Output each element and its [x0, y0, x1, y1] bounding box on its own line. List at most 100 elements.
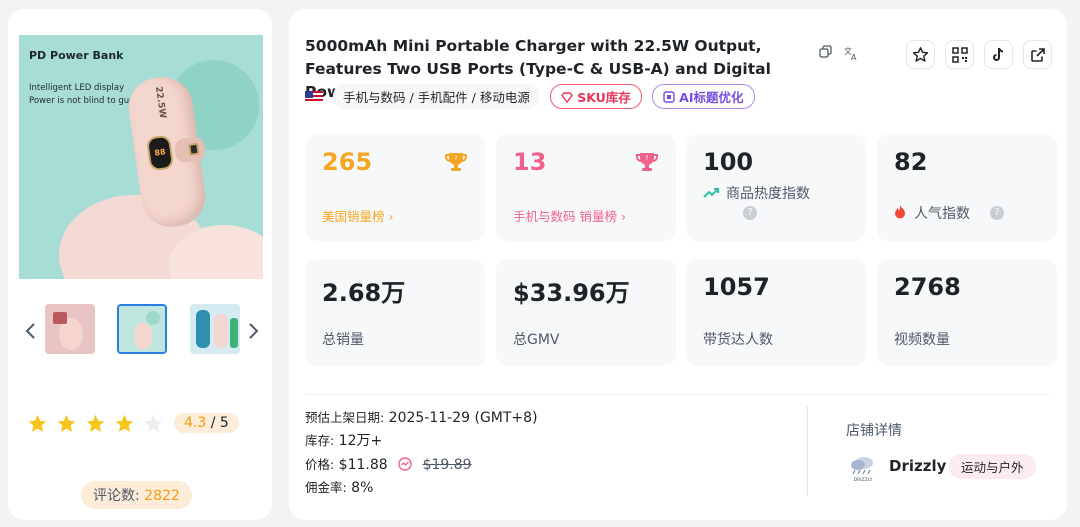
trophy-icon: ? — [636, 153, 658, 171]
help-icon[interactable]: ? — [743, 206, 757, 220]
ai-title-button[interactable]: AI标题优化 — [651, 84, 755, 109]
us-rank-link[interactable]: 美国销量榜 › — [322, 206, 394, 225]
stock-value: 12万+ — [338, 433, 383, 449]
stock-label: 库存: — [305, 433, 335, 448]
review-count-badge: 评论数: 2822 — [81, 481, 192, 509]
fire-icon — [895, 205, 905, 219]
qr-code-icon — [951, 46, 968, 63]
chevron-right-icon: › — [388, 209, 394, 224]
star-filled-icon — [115, 414, 134, 432]
translate-icon[interactable]: 文A — [844, 45, 860, 62]
thumbnail-3[interactable] — [190, 304, 240, 354]
image-line-2: Power is not blind to guess — [29, 96, 144, 106]
qr-code-button[interactable] — [945, 40, 974, 69]
gmv-label: 总GMV — [513, 332, 560, 348]
trophy-icon: ? — [445, 153, 467, 171]
stat-total-sales: 2.68万 总销量 — [305, 259, 485, 366]
videos-label: 视频数量 — [894, 332, 950, 348]
stock-row: 库存: 12万+ — [305, 430, 382, 450]
price-value: $11.88 — [338, 457, 388, 473]
stat-us-rank[interactable]: 265 ? 美国销量榜 › — [305, 134, 485, 241]
stat-popularity: 82 人气指数 ? — [877, 134, 1057, 241]
original-price: $19.89 — [422, 457, 472, 473]
star-filled-icon — [57, 414, 76, 432]
launch-date-row: 预估上架日期: 2025-11-29 (GMT+8) — [305, 407, 538, 426]
product-gallery-card: PD Power Bank Intelligent LED display Po… — [8, 9, 272, 520]
popularity-value: 82 — [894, 148, 928, 176]
heat-index-label: 商品热度指数 — [726, 186, 810, 202]
image-line-1: Intelligent LED display — [29, 83, 125, 93]
svg-text:DRIZZLY: DRIZZLY — [854, 477, 873, 483]
videos-value: 2768 — [894, 273, 961, 301]
price-trend-icon[interactable] — [398, 457, 412, 471]
heat-index-value: 100 — [703, 148, 754, 176]
commission-row: 佣金率: 8% — [305, 477, 373, 496]
action-buttons — [906, 40, 1052, 69]
rating-badge: 4.3 / 5 — [174, 413, 239, 433]
thumbnail-1[interactable] — [45, 304, 95, 354]
tiktok-icon — [993, 47, 1004, 61]
image-headline: PD Power Bank — [29, 49, 124, 62]
title-tools: 文A — [818, 45, 860, 62]
chevron-right-icon[interactable] — [248, 322, 260, 345]
tag-row: 手机与数码 / 手机配件 / 移动电源 SKU库存 AI标题优化 — [305, 84, 755, 109]
total-sales-label: 总销量 — [322, 332, 364, 348]
rating-max: 5 — [219, 415, 229, 431]
us-rank-label: 美国销量榜 — [322, 209, 385, 224]
rating-row: 4.3 / 5 — [27, 411, 239, 435]
us-rank-value: 265 — [322, 148, 373, 176]
svg-text:A: A — [851, 53, 857, 61]
total-sales-value: 2.68万 — [322, 279, 406, 307]
thumbnail-2[interactable] — [117, 304, 167, 354]
open-external-button[interactable] — [1023, 40, 1052, 69]
price-row: 价格: $11.88 $19.89 — [305, 454, 472, 473]
favorite-button[interactable] — [906, 40, 935, 69]
ai-tag-label: AI标题优化 — [679, 90, 744, 105]
star-filled-icon — [86, 414, 105, 432]
stat-category-rank[interactable]: 13 ? 手机与数码 销量榜 › — [496, 134, 676, 241]
stat-heat-index: 100 商品热度指数 ? — [686, 134, 866, 241]
gmv-value: $33.96万 — [513, 279, 630, 307]
commission-value: 8% — [351, 480, 374, 496]
help-icon[interactable]: ? — [990, 206, 1004, 220]
vertical-divider — [807, 406, 808, 496]
shop-detail-title: 店铺详情 — [846, 423, 902, 439]
category-breadcrumb[interactable]: 手机与数码 / 手机配件 / 移动电源 — [333, 84, 540, 109]
price-label: 价格: — [305, 457, 335, 472]
category-rank-link[interactable]: 手机与数码 销量榜 › — [513, 206, 626, 225]
star-filled-icon — [28, 414, 47, 432]
stat-videos: 2768 视频数量 — [877, 259, 1057, 366]
shop-category-badge: 运动与户外 — [949, 454, 1036, 479]
svg-text:?: ? — [645, 155, 648, 162]
sku-stock-button[interactable]: SKU库存 — [549, 84, 642, 109]
shop-logo[interactable]: DRIZZLY — [847, 451, 879, 483]
screen-value: 88 — [153, 147, 167, 158]
category-rank-label: 手机与数码 销量榜 — [513, 209, 617, 224]
copy-icon[interactable] — [818, 45, 834, 61]
star-empty-icon — [144, 414, 163, 432]
shop-name[interactable]: Drizzly — [889, 457, 946, 475]
sku-tag-label: SKU库存 — [577, 90, 631, 105]
product-detail-card: 5000mAh Mini Portable Charger with 22.5W… — [289, 9, 1067, 520]
launch-date-label: 预估上架日期: — [305, 410, 385, 425]
us-flag-icon — [305, 90, 323, 103]
tiktok-button[interactable] — [984, 40, 1013, 69]
rating-score: 4.3 — [184, 415, 207, 431]
divider — [305, 394, 1049, 395]
chevron-right-icon: › — [620, 209, 626, 224]
review-label: 评论数: — [93, 488, 140, 504]
thumbnail-strip — [24, 304, 260, 364]
device-text: 22.5W — [152, 85, 168, 120]
chevron-left-icon[interactable] — [24, 322, 36, 345]
product-main-image[interactable]: PD Power Bank Intelligent LED display Po… — [19, 35, 263, 279]
star-outline-icon — [912, 47, 929, 62]
creators-value: 1057 — [703, 273, 770, 301]
commission-label: 佣金率: — [305, 480, 347, 495]
review-count: 2822 — [144, 488, 180, 504]
device-screen: 88 — [145, 134, 175, 172]
external-link-icon — [1030, 47, 1045, 62]
svg-text:?: ? — [454, 155, 457, 162]
stat-creators: 1057 带货达人数 — [686, 259, 866, 366]
popularity-label: 人气指数 — [914, 206, 970, 222]
creators-label: 带货达人数 — [703, 332, 773, 348]
